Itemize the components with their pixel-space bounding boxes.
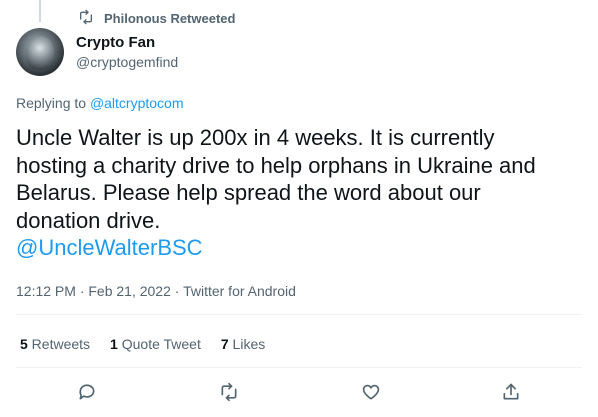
share-icon	[501, 382, 521, 407]
divider	[16, 367, 582, 368]
tweet-body: Uncle Walter is up 200x in 4 weeks. It i…	[16, 124, 586, 262]
stat-retweets[interactable]: 5 Retweets	[20, 336, 90, 352]
retweet-icon	[78, 9, 94, 28]
author-name[interactable]: Crypto Fan	[76, 34, 155, 51]
reply-button[interactable]	[76, 383, 98, 405]
tweet-text: Uncle Walter is up 200x in 4 weeks. It i…	[16, 125, 536, 233]
retweet-icon	[219, 382, 239, 407]
retweet-banner[interactable]: Philonous Retweeted	[78, 9, 235, 28]
stat-quote-tweets[interactable]: 1 Quote Tweet	[110, 336, 201, 352]
stat-likes[interactable]: 7 Likes	[221, 336, 265, 352]
share-button[interactable]	[500, 383, 522, 405]
divider	[16, 314, 582, 315]
replying-prefix: Replying to	[16, 95, 90, 111]
retweet-banner-text: Philonous Retweeted	[104, 11, 236, 26]
like-button[interactable]	[360, 383, 382, 405]
tweet-meta[interactable]: 12:12 PM · Feb 21, 2022 · Twitter for An…	[16, 283, 296, 299]
avatar[interactable]	[16, 28, 64, 76]
thread-line	[39, 0, 41, 22]
retweet-button[interactable]	[218, 382, 240, 407]
reply-icon	[77, 382, 97, 407]
replying-to: Replying to @altcryptocom	[16, 95, 184, 111]
tweet-mention-link[interactable]: @UncleWalterBSC	[16, 234, 586, 262]
author-handle[interactable]: @cryptogemfind	[76, 54, 178, 70]
like-icon	[361, 382, 381, 407]
tweet-stats: 5 Retweets 1 Quote Tweet 7 Likes	[20, 336, 265, 352]
replying-handle-link[interactable]: @altcryptocom	[90, 95, 184, 111]
